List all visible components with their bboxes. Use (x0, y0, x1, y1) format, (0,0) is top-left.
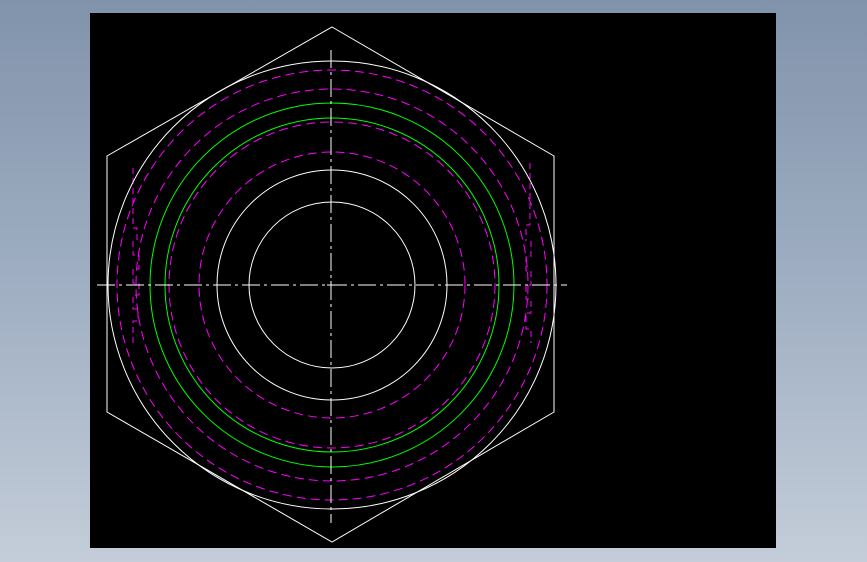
cad-viewport[interactable] (90, 13, 776, 548)
center-mark (327, 281, 336, 290)
cad-drawing (97, 26, 567, 543)
hidden-notch-right (525, 163, 532, 343)
hidden-notches-group (132, 163, 532, 343)
